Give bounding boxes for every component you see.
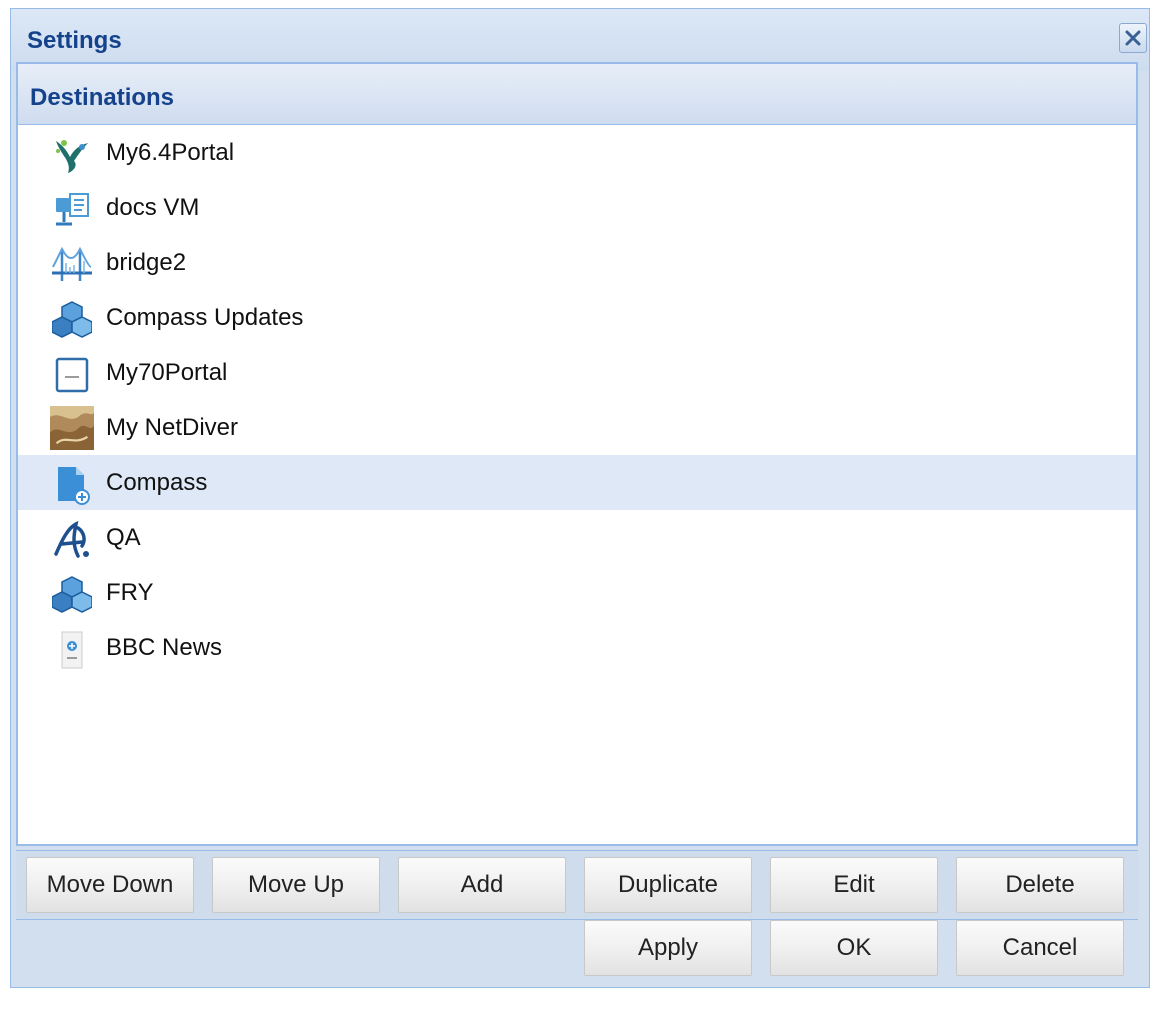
list-item[interactable]: Compass Updates bbox=[18, 290, 1136, 345]
list-item-label: Compass bbox=[106, 469, 208, 496]
list-item[interactable]: BBC News bbox=[18, 620, 1136, 675]
duplicate-button[interactable]: Duplicate bbox=[584, 857, 752, 913]
cancel-button[interactable]: Cancel bbox=[956, 920, 1124, 976]
list-item-label: bridge2 bbox=[106, 249, 187, 276]
list-toolbar: Move Down Move Up Add Duplicate Edit Del… bbox=[16, 850, 1138, 920]
destinations-list: My6.4Portal docs VM bridge2 Compass Upda… bbox=[18, 125, 1136, 844]
list-item-label: Compass Updates bbox=[106, 304, 304, 331]
list-item-label: QA bbox=[106, 524, 141, 551]
list-item-label: docs VM bbox=[106, 194, 200, 221]
server-document-icon bbox=[56, 193, 89, 226]
bbc-news-icon bbox=[61, 631, 83, 669]
bridge-icon bbox=[52, 246, 92, 281]
destinations-panel: Destinations My6.4Portal docs VM bridge2… bbox=[16, 62, 1138, 846]
panel-title: Destinations bbox=[30, 84, 175, 111]
list-item-label: My6.4Portal bbox=[106, 139, 235, 166]
list-item[interactable]: My NetDiver bbox=[18, 400, 1136, 455]
close-icon bbox=[1125, 30, 1141, 46]
cubes-icon bbox=[52, 576, 92, 613]
move-down-button[interactable]: Move Down bbox=[26, 857, 194, 913]
list-item-label: BBC News bbox=[106, 634, 223, 661]
list-item[interactable]: QA bbox=[18, 510, 1136, 565]
list-item-label: My NetDiver bbox=[106, 414, 239, 441]
list-item[interactable]: bridge2 bbox=[18, 235, 1136, 290]
list-item-label: FRY bbox=[106, 579, 154, 606]
ok-button[interactable]: OK bbox=[770, 920, 938, 976]
netdiver-photo-icon bbox=[50, 406, 94, 450]
list-item[interactable]: docs VM bbox=[18, 180, 1136, 235]
apply-button[interactable]: Apply bbox=[584, 920, 752, 976]
dialog-title: Settings bbox=[27, 27, 122, 54]
list-item[interactable]: My70Portal bbox=[18, 345, 1136, 400]
edit-button[interactable]: Edit bbox=[770, 857, 938, 913]
document-plus-icon bbox=[58, 467, 90, 505]
dialog-footer: Apply OK Cancel bbox=[16, 920, 1138, 980]
move-up-button[interactable]: Move Up bbox=[212, 857, 380, 913]
qa-logo-icon bbox=[54, 520, 89, 558]
cubes-icon bbox=[52, 301, 92, 338]
portal-page-icon bbox=[55, 357, 89, 393]
delete-button[interactable]: Delete bbox=[956, 857, 1124, 913]
close-button[interactable] bbox=[1119, 23, 1147, 53]
panel-header: Destinations bbox=[18, 64, 1136, 125]
add-button[interactable]: Add bbox=[398, 857, 566, 913]
list-item[interactable]: FRY bbox=[18, 565, 1136, 620]
list-item-label: My70Portal bbox=[106, 359, 228, 386]
list-item[interactable]: My6.4Portal bbox=[18, 125, 1136, 180]
list-item[interactable]: Compass bbox=[18, 455, 1136, 510]
bird-logo-icon bbox=[56, 140, 88, 173]
